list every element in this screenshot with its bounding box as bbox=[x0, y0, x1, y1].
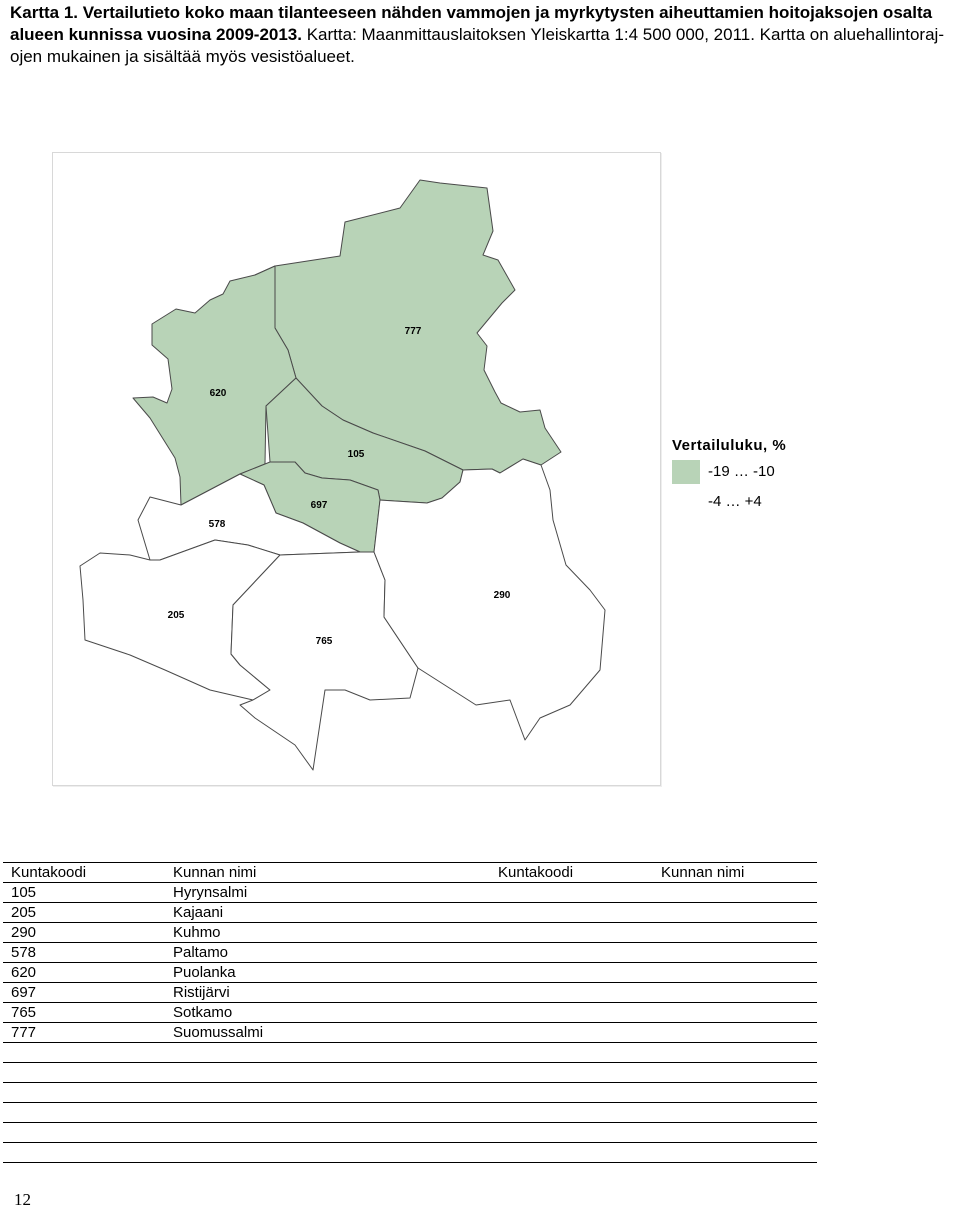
table-row: 620 Puolanka bbox=[3, 962, 817, 983]
cell-kunnan-nimi: Hyrynsalmi bbox=[165, 882, 490, 903]
cell-kuntakoodi bbox=[490, 982, 653, 1003]
cell-kunnan-nimi bbox=[653, 1002, 817, 1023]
cell-kuntakoodi: 620 bbox=[3, 962, 165, 983]
cell-kuntakoodi bbox=[490, 922, 653, 943]
header-kuntakoodi: Kuntakoodi bbox=[3, 862, 165, 883]
cell-kunnan-nimi: Kuhmo bbox=[165, 922, 490, 943]
cell-kunnan-nimi: Kajaani bbox=[165, 902, 490, 923]
cell-kuntakoodi bbox=[490, 1002, 653, 1023]
cell-kuntakoodi bbox=[3, 1082, 165, 1103]
cell-kuntakoodi bbox=[490, 1062, 653, 1083]
cell-kuntakoodi: 765 bbox=[3, 1002, 165, 1023]
table-row bbox=[3, 1122, 817, 1143]
cell-kunnan-nimi bbox=[653, 942, 817, 963]
cell-kunnan-nimi: Puolanka bbox=[165, 962, 490, 983]
cell-kuntakoodi: 205 bbox=[3, 902, 165, 923]
header-kunnan-nimi-2: Kunnan nimi bbox=[653, 862, 817, 883]
label-777: 777 bbox=[405, 326, 422, 337]
legend-label: -4 … +4 bbox=[708, 493, 762, 510]
table-row bbox=[3, 1082, 817, 1103]
table-row bbox=[3, 1102, 817, 1123]
cell-kuntakoodi: 290 bbox=[3, 922, 165, 943]
cell-kuntakoodi bbox=[490, 942, 653, 963]
header-kuntakoodi-2: Kuntakoodi bbox=[490, 862, 653, 883]
cell-kunnan-nimi bbox=[165, 1042, 490, 1063]
cell-kuntakoodi bbox=[490, 882, 653, 903]
label-765: 765 bbox=[316, 636, 333, 647]
table-row: 105 Hyrynsalmi bbox=[3, 882, 817, 903]
cell-kunnan-nimi: Paltamo bbox=[165, 942, 490, 963]
label-105: 105 bbox=[348, 449, 365, 460]
cell-kuntakoodi: 697 bbox=[3, 982, 165, 1003]
cell-kuntakoodi bbox=[490, 1142, 653, 1163]
cell-kunnan-nimi bbox=[165, 1142, 490, 1163]
cell-kunnan-nimi bbox=[653, 1122, 817, 1143]
cell-kuntakoodi bbox=[490, 962, 653, 983]
cell-kuntakoodi bbox=[3, 1062, 165, 1083]
cell-kunnan-nimi bbox=[653, 882, 817, 903]
label-290: 290 bbox=[494, 590, 511, 601]
cell-kuntakoodi bbox=[490, 1122, 653, 1143]
table-row: 290 Kuhmo bbox=[3, 922, 817, 943]
legend-title: Vertailuluku, % bbox=[672, 437, 787, 454]
label-697: 697 bbox=[311, 500, 328, 511]
cell-kuntakoodi bbox=[490, 902, 653, 923]
cell-kuntakoodi: 105 bbox=[3, 882, 165, 903]
page-number: 12 bbox=[14, 1190, 31, 1209]
cell-kuntakoodi bbox=[3, 1142, 165, 1163]
cell-kunnan-nimi bbox=[653, 1062, 817, 1083]
cell-kunnan-nimi bbox=[165, 1122, 490, 1143]
legend-item: -19 … -10 bbox=[672, 458, 872, 484]
cell-kuntakoodi bbox=[3, 1042, 165, 1063]
table-header-row: Kuntakoodi Kunnan nimi Kuntakoodi Kunnan… bbox=[3, 862, 817, 883]
cell-kunnan-nimi bbox=[653, 982, 817, 1003]
legend-item: -4 … +4 bbox=[672, 488, 872, 514]
label-578: 578 bbox=[209, 519, 226, 530]
table-row bbox=[3, 1142, 817, 1163]
cell-kuntakoodi: 578 bbox=[3, 942, 165, 963]
legend-swatch bbox=[672, 490, 700, 514]
label-205: 205 bbox=[168, 610, 185, 621]
cell-kunnan-nimi bbox=[653, 962, 817, 983]
table-row: 765 Sotkamo bbox=[3, 1002, 817, 1023]
cell-kunnan-nimi: Sotkamo bbox=[165, 1002, 490, 1023]
cell-kunnan-nimi bbox=[653, 902, 817, 923]
cell-kunnan-nimi bbox=[165, 1102, 490, 1123]
cell-kunnan-nimi: Ristijärvi bbox=[165, 982, 490, 1003]
municipality-code-table: Kuntakoodi Kunnan nimi Kuntakoodi Kunnan… bbox=[3, 862, 817, 1163]
cell-kuntakoodi bbox=[490, 1102, 653, 1123]
cell-kuntakoodi: 777 bbox=[3, 1022, 165, 1043]
cell-kuntakoodi bbox=[490, 1082, 653, 1103]
cell-kunnan-nimi bbox=[653, 1042, 817, 1063]
cell-kunnan-nimi bbox=[653, 1022, 817, 1043]
table-row bbox=[3, 1062, 817, 1083]
cell-kunnan-nimi bbox=[653, 1142, 817, 1163]
legend-label: -19 … -10 bbox=[708, 463, 775, 480]
table-row: 697 Ristijärvi bbox=[3, 982, 817, 1003]
cell-kunnan-nimi bbox=[165, 1082, 490, 1103]
cell-kunnan-nimi bbox=[653, 1102, 817, 1123]
table-row bbox=[3, 1042, 817, 1063]
cell-kuntakoodi bbox=[490, 1042, 653, 1063]
cell-kunnan-nimi bbox=[653, 1082, 817, 1103]
municipality-map: 777 620 105 697 578 205 765 290 bbox=[79, 179, 606, 771]
table-row: 578 Paltamo bbox=[3, 942, 817, 963]
cell-kuntakoodi bbox=[3, 1102, 165, 1123]
table-row: 205 Kajaani bbox=[3, 902, 817, 923]
table-row: 777 Suomussalmi bbox=[3, 1022, 817, 1043]
legend-swatch bbox=[672, 460, 700, 484]
header-kunnan-nimi: Kunnan nimi bbox=[165, 862, 490, 883]
cell-kunnan-nimi: Suomussalmi bbox=[165, 1022, 490, 1043]
cell-kunnan-nimi bbox=[653, 922, 817, 943]
cell-kuntakoodi bbox=[490, 1022, 653, 1043]
cell-kunnan-nimi bbox=[165, 1062, 490, 1083]
map-legend: Vertailuluku, % -19 … -10 -4 … +4 bbox=[672, 437, 872, 514]
label-620: 620 bbox=[210, 388, 227, 399]
cell-kuntakoodi bbox=[3, 1122, 165, 1143]
